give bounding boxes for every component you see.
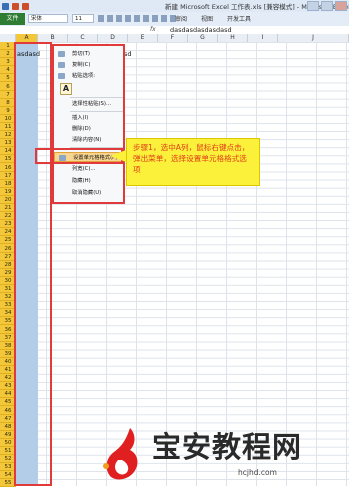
column-header-h[interactable]: H — [218, 34, 248, 42]
font-color-icon[interactable] — [143, 15, 149, 22]
column-header-f[interactable]: F — [158, 34, 188, 42]
watermark: 宝安教程网 hcjhd.com — [100, 422, 349, 486]
tab-review[interactable]: 审阅 — [175, 14, 187, 23]
column-header-g[interactable]: G — [188, 34, 218, 42]
fill-color-icon[interactable] — [134, 15, 140, 22]
ribbon-tabs: 审阅 视图 开发工具 — [175, 14, 251, 23]
bold-icon[interactable] — [98, 15, 104, 22]
highlight-box-column — [14, 42, 52, 486]
fx-icon[interactable]: fx — [150, 26, 156, 33]
redo-icon[interactable] — [22, 2, 29, 10]
border-icon[interactable] — [125, 15, 131, 22]
column-header-a[interactable]: A — [16, 34, 38, 42]
underline-icon[interactable] — [116, 15, 122, 22]
undo-icon[interactable] — [12, 2, 19, 10]
column-header-e[interactable]: E — [128, 34, 158, 42]
watermark-url: hcjhd.com — [238, 468, 277, 477]
quick-access-toolbar — [2, 1, 29, 11]
title-bar: 新建 Microsoft Excel 工作表.xls [兼容模式] - Micr… — [0, 0, 349, 12]
column-header-b[interactable]: B — [38, 34, 68, 42]
save-icon[interactable] — [2, 2, 9, 10]
column-header-d[interactable]: D — [98, 34, 128, 42]
align-center-icon[interactable] — [161, 15, 167, 22]
toolbar-icons — [98, 15, 176, 22]
tab-developer[interactable]: 开发工具 — [227, 14, 251, 23]
maximize-button[interactable] — [321, 1, 333, 11]
formula-value[interactable]: dasdasdasdasdasd — [170, 26, 232, 34]
column-header-c[interactable]: C — [68, 34, 98, 42]
callout-arrow — [110, 150, 126, 162]
watermark-title: 宝安教程网 — [152, 430, 303, 464]
select-all-corner[interactable] — [0, 34, 16, 42]
column-header-j[interactable]: J — [278, 34, 349, 42]
instruction-callout: 步骤1，选中A列，鼠标右键点击，弹出菜单，选择设置单元格格式选项 — [126, 138, 260, 186]
file-tab[interactable]: 文件 — [0, 13, 25, 25]
minimize-button[interactable] — [307, 1, 319, 11]
window-controls — [307, 1, 347, 11]
font-size-select[interactable]: 11 — [72, 14, 94, 23]
align-left-icon[interactable] — [152, 15, 158, 22]
watermark-logo-icon — [103, 428, 138, 480]
column-header-i[interactable]: I — [248, 34, 278, 42]
tab-view[interactable]: 视图 — [201, 14, 213, 23]
italic-icon[interactable] — [107, 15, 113, 22]
font-name-select[interactable]: 宋体 — [28, 14, 68, 23]
highlight-box-menu — [52, 44, 125, 204]
close-button[interactable] — [335, 1, 347, 11]
ribbon: 文件 宋体 11 审阅 视图 开发工具 — [0, 12, 349, 27]
